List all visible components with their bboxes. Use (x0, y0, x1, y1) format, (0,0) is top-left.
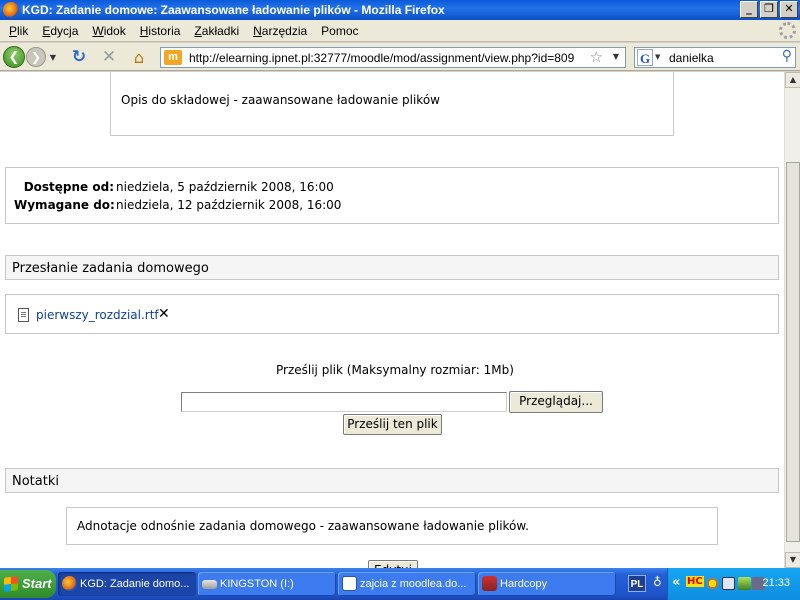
scroll-down-button[interactable]: ▼ (785, 552, 800, 568)
menu-bar: Plik Edycja Widok Historia Zakładki Narz… (0, 20, 800, 42)
search-bar[interactable]: G ▼ danielka ⚲ (634, 47, 796, 68)
menu-historia[interactable]: Historia (133, 22, 188, 40)
windows-logo-icon (4, 576, 18, 592)
hardcopy-icon (482, 576, 497, 591)
system-tray: « HC 21:33 (667, 568, 800, 600)
file-path-input[interactable] (181, 392, 507, 412)
close-button[interactable]: ✕ (780, 1, 798, 18)
notes-box: Adnotacje odnośnie zadania domowego - za… (66, 507, 718, 545)
tray-expand-icon[interactable]: « (672, 575, 680, 590)
navigation-toolbar: ❮ ❯ ▼ ↻ ✕ ⌂ m http://elearning.ipnet.pl:… (0, 43, 800, 71)
moodle-site-icon: m (164, 50, 182, 65)
upload-caption: Prześlij plik (Maksymalny rozmiar: 1Mb) (276, 363, 514, 377)
clock: 21:33 (762, 577, 790, 589)
browse-button[interactable]: Przeglądaj... (509, 391, 603, 413)
scroll-up-button[interactable]: ▲ (785, 72, 800, 88)
url-bar[interactable]: m http://elearning.ipnet.pl:32777/moodle… (160, 47, 626, 68)
delete-file-icon[interactable]: ✕ (158, 306, 170, 322)
due-value: niedziela, 12 październik 2008, 16:00 (116, 198, 342, 212)
scroll-thumb[interactable] (786, 162, 800, 542)
window-titlebar[interactable]: KGD: Zadanie domowe: Zaawansowane ładowa… (0, 0, 800, 20)
notes-text: Adnotacje odnośnie zadania domowego - za… (77, 519, 529, 533)
menu-pomoc[interactable]: Pomoc (314, 22, 365, 40)
dates-box: Dostępne od: niedziela, 5 październik 20… (5, 167, 779, 224)
upload-heading: Przesłanie zadania domowego (5, 255, 779, 280)
vertical-scrollbar[interactable]: ▲ ▼ (784, 72, 800, 568)
maximize-button[interactable]: ❐ (760, 1, 778, 18)
bookmark-star-icon[interactable]: ☆ (590, 48, 603, 66)
language-indicator[interactable]: PL (628, 575, 646, 592)
forward-button[interactable]: ❯ (26, 47, 46, 67)
history-dropdown-button[interactable]: ▼ (48, 47, 58, 67)
menu-zakladki[interactable]: Zakładki (187, 22, 246, 40)
available-label: Dostępne od: (23, 180, 114, 194)
available-value: niedziela, 5 październik 2008, 16:00 (116, 180, 334, 194)
search-icon[interactable]: ⚲ (782, 48, 792, 64)
menu-narzedzia[interactable]: Narzędzia (246, 22, 314, 40)
taskbar: Start KGD: Zadanie domo... KINGSTON (I:)… (0, 568, 800, 600)
notes-heading: Notatki (5, 468, 779, 493)
description-box: Opis do składowej - zaawansowane ładowan… (110, 72, 674, 136)
search-input[interactable]: danielka (669, 51, 714, 65)
menu-edycja[interactable]: Edycja (35, 22, 85, 40)
arrow-left-icon: ❮ (8, 49, 20, 65)
home-icon: ⌂ (133, 47, 145, 67)
back-button[interactable]: ❮ (3, 46, 25, 68)
task-kingston-drive[interactable]: KINGSTON (I:) (198, 572, 336, 596)
arrow-right-icon: ❯ (30, 50, 42, 64)
due-label: Wymagane do: (14, 198, 115, 212)
page-content: Opis do składowej - zaawansowane ładowan… (0, 72, 784, 568)
engine-dropdown-icon[interactable]: ▼ (655, 53, 660, 61)
task-word-document[interactable]: zajcia z moodlea.do... (338, 572, 476, 596)
drive-icon (202, 580, 217, 589)
file-link[interactable]: pierwszy_rozdzial.rtf (36, 308, 159, 322)
url-input[interactable]: http://elearning.ipnet.pl:32777/moodle/m… (189, 51, 574, 65)
files-box: pierwszy_rozdzial.rtf ✕ (5, 294, 779, 334)
throbber-icon (779, 22, 796, 39)
menu-widok[interactable]: Widok (85, 22, 132, 40)
microphone-icon[interactable]: ♁ (653, 575, 662, 589)
window-title: KGD: Zadanie domowe: Zaawansowane ładowa… (22, 3, 445, 17)
sun-tray-icon[interactable] (706, 577, 719, 590)
safely-remove-tray-icon[interactable] (738, 577, 751, 590)
stop-button[interactable]: ✕ (98, 47, 120, 67)
stop-icon: ✕ (101, 47, 117, 67)
minimize-button[interactable]: _ (740, 1, 758, 18)
network-tray-icon[interactable] (722, 577, 735, 590)
task-hardcopy[interactable]: Hardcopy (478, 572, 616, 596)
reload-icon: ↻ (71, 47, 87, 67)
edit-button[interactable]: Edytuj (368, 560, 418, 568)
home-button[interactable]: ⌂ (128, 47, 150, 67)
firefox-icon (62, 576, 77, 591)
reload-button[interactable]: ↻ (68, 47, 90, 67)
firefox-icon (3, 2, 19, 18)
chevron-down-icon: ▼ (49, 52, 57, 62)
document-icon (18, 308, 29, 322)
description-text: Opis do składowej - zaawansowane ładowan… (121, 93, 440, 107)
task-firefox[interactable]: KGD: Zadanie domo... (58, 572, 196, 596)
url-dropdown-icon[interactable]: ▼ (613, 52, 619, 61)
menu-plik[interactable]: Plik (2, 22, 35, 40)
hardcopy-tray-icon[interactable]: HC (686, 576, 704, 587)
upload-file-button[interactable]: Prześlij ten plik (343, 414, 442, 435)
word-document-icon (342, 576, 357, 591)
google-engine-icon[interactable]: G (637, 49, 653, 66)
start-button[interactable]: Start (0, 570, 56, 598)
